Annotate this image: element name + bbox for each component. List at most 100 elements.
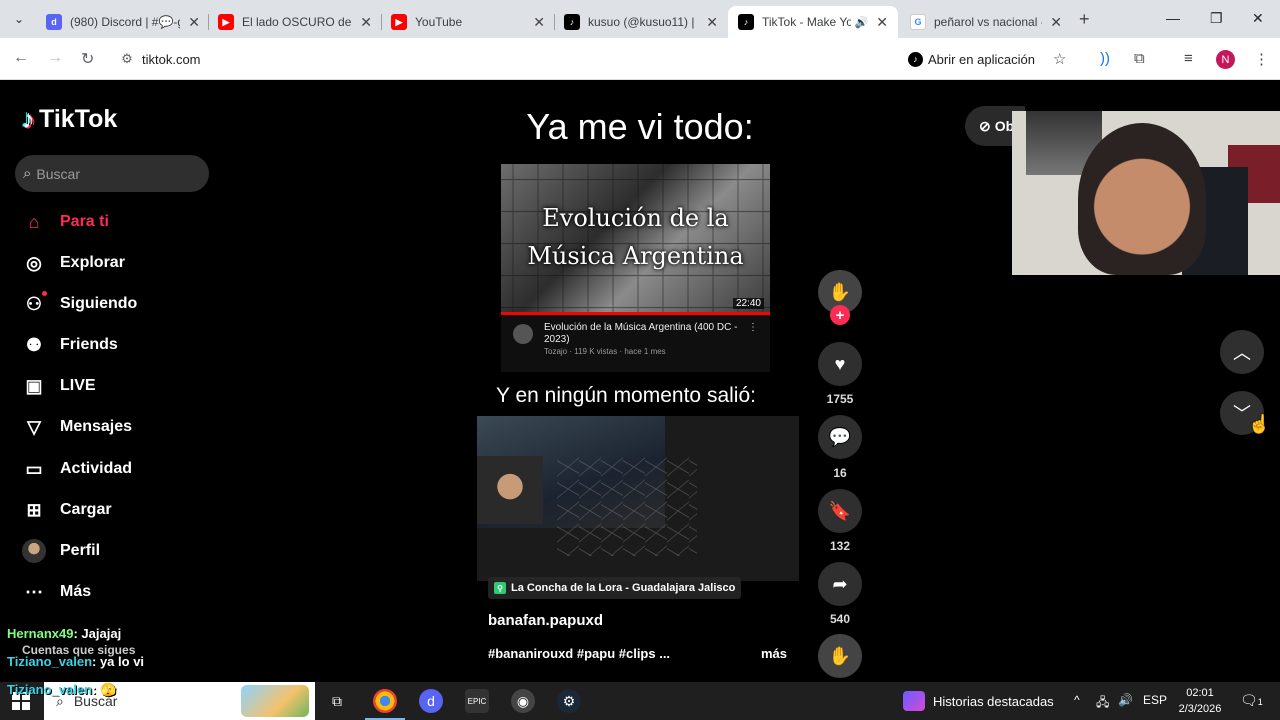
sidebar-item-para-ti[interactable]: ⌂ Para ti xyxy=(22,208,109,236)
sidebar-item-actividad[interactable]: ▭ Actividad xyxy=(22,455,132,483)
task-view-icon[interactable]: ⧉ xyxy=(325,689,349,713)
obs-icon[interactable]: ◉ xyxy=(511,689,535,713)
tab-discord[interactable]: d (980) Discord | #💬-g ✕ xyxy=(36,6,210,38)
sidebar-item-explorar[interactable]: ◎ Explorar xyxy=(22,249,125,277)
channel-avatar xyxy=(513,324,533,344)
save-button[interactable]: 🔖 xyxy=(818,489,862,533)
tab-youtube[interactable]: ▶ YouTube ✕ xyxy=(381,6,555,38)
chat-message: Tiziano_valen: ya lo vi xyxy=(7,654,144,669)
windows-taskbar: ⌕ Buscar ⧉ d EPIC ◉ ⚙ Historias destacad… xyxy=(0,682,1280,720)
sidebar-item-label: Siguiendo xyxy=(60,295,138,312)
more-icon: ⋯ xyxy=(25,581,43,602)
chevron-up-icon: ︿ xyxy=(1233,343,1251,363)
network-icon[interactable]: 🖧 xyxy=(1096,693,1109,714)
like-button[interactable]: ♥ xyxy=(818,342,862,386)
chevron-up-icon[interactable]: ^ xyxy=(1074,693,1080,707)
minimize-icon[interactable]: — xyxy=(1166,10,1180,26)
media-control-icon[interactable]: ≡ xyxy=(1184,50,1193,67)
save-count: 132 xyxy=(829,539,851,553)
epic-games-icon[interactable]: EPIC xyxy=(465,689,489,713)
heart-icon: ♥ xyxy=(834,353,846,374)
tab-tiktok-active[interactable]: ♪ TikTok - Make Yo 🔊 ✕ xyxy=(728,6,898,38)
tab-title: El lado OSCURO de A xyxy=(242,15,353,29)
home-icon: ⌂ xyxy=(28,211,40,232)
close-icon[interactable]: ✕ xyxy=(360,14,372,31)
chat-message: Hernanx49: Jajajaj xyxy=(7,626,121,641)
clock[interactable]: 02:01 2/3/2026 xyxy=(1172,685,1228,717)
highlights-label: Historias destacadas xyxy=(933,693,1054,709)
sidebar-item-mensajes[interactable]: ▽ Mensajes xyxy=(22,413,132,441)
profile-avatar[interactable]: N xyxy=(1216,50,1235,69)
address-bar[interactable]: ⚙ tiktok.com xyxy=(112,44,896,74)
tab-search-button[interactable]: ⌄ xyxy=(8,8,30,30)
comment-button[interactable]: 💬 xyxy=(818,415,862,459)
close-icon[interactable]: ✕ xyxy=(876,14,888,31)
more-button[interactable]: más xyxy=(761,646,787,661)
share-button[interactable]: ➦ xyxy=(818,562,862,606)
youtube-meta: Evolución de la Música Argentina (400 DC… xyxy=(501,316,770,372)
chat-user: Tiziano_valen xyxy=(7,654,93,669)
google-icon: G xyxy=(910,14,926,30)
sidebar-item-friends[interactable]: ⚉ Friends xyxy=(22,331,118,359)
open-in-app-button[interactable]: ♪ Abrir en aplicación xyxy=(904,46,1045,72)
restore-icon[interactable]: ❐ xyxy=(1210,10,1223,27)
discord-icon[interactable]: d xyxy=(419,689,443,713)
volume-icon[interactable]: 🔊 xyxy=(1118,693,1133,707)
kebab-icon: ⋮ xyxy=(748,322,758,333)
notification-center-icon[interactable]: 🗨1 xyxy=(1240,692,1263,709)
tiktok-icon: ♪ xyxy=(908,51,923,67)
like-count: 1755 xyxy=(826,392,854,406)
sidebar-item-perfil[interactable]: Perfil xyxy=(22,537,100,565)
chrome-icon[interactable] xyxy=(365,689,405,720)
tab-youtube-video[interactable]: ▶ El lado OSCURO de A ✕ xyxy=(208,6,382,38)
previous-video-button[interactable]: ︿ xyxy=(1220,330,1264,374)
steam-icon[interactable]: ⚙ xyxy=(557,689,581,713)
compass-icon: ◎ xyxy=(26,252,42,273)
highlights-button[interactable]: Historias destacadas xyxy=(903,691,1054,711)
sidebar-item-live[interactable]: ▣ LIVE xyxy=(22,372,95,400)
sidebar-item-mas[interactable]: ⋯ Más xyxy=(22,578,91,606)
reload-icon[interactable]: ↻ xyxy=(81,49,94,69)
tab-title: (980) Discord | #💬-g xyxy=(70,15,181,29)
follow-plus-button[interactable]: + xyxy=(830,305,850,325)
gameplay-clip xyxy=(477,416,799,581)
back-icon[interactable]: ← xyxy=(13,49,29,67)
new-tab-button[interactable]: + xyxy=(1079,9,1090,30)
close-icon[interactable]: ✕ xyxy=(188,14,200,31)
music-disc[interactable]: ✋ xyxy=(818,634,862,678)
chat-text: : ya lo vi xyxy=(92,654,145,669)
extensions-icon[interactable]: ⧉ xyxy=(1134,50,1145,67)
language-indicator[interactable]: ESP xyxy=(1143,693,1167,707)
phone-icon: ⊘ xyxy=(979,117,991,134)
tiktok-logo[interactable]: ♪ TikTok xyxy=(22,104,117,135)
thumbnail-progress xyxy=(501,312,770,315)
tab-google[interactable]: G peñarol vs nacional - ✕ xyxy=(900,6,1072,38)
search-input[interactable]: ⌕ Buscar xyxy=(15,155,209,192)
discord-icon: d xyxy=(46,14,62,30)
search-placeholder: Buscar xyxy=(36,165,80,182)
video-hashtags[interactable]: #bananirouxd #papu #clips ... xyxy=(488,646,670,661)
menu-icon[interactable]: ⋮ xyxy=(1254,50,1269,68)
site-settings-icon[interactable]: ⚙ xyxy=(112,51,142,67)
sidebar-item-label: Explorar xyxy=(60,254,125,271)
close-icon[interactable]: ✕ xyxy=(533,14,545,31)
forward-icon[interactable]: → xyxy=(47,49,63,67)
sidebar-item-siguiendo[interactable]: ⚇ Siguiendo xyxy=(22,290,137,318)
location-tag[interactable]: ⚲ La Concha de la Lora - Guadalajara Jal… xyxy=(488,577,742,599)
speaker-icon[interactable]: 🔊 xyxy=(855,16,869,29)
search-highlight-image xyxy=(241,685,309,717)
sidebar-item-label: Friends xyxy=(60,336,118,353)
read-aloud-icon[interactable]: )) xyxy=(1100,50,1110,67)
video-author[interactable]: banafan.papuxd xyxy=(488,612,603,629)
friends-icon: ⚉ xyxy=(25,334,43,355)
bookmark-star-icon[interactable]: ☆ xyxy=(1053,50,1066,68)
close-window-icon[interactable]: ✕ xyxy=(1252,10,1264,27)
sidebar-item-label: Actividad xyxy=(60,460,133,477)
sidebar-item-cargar[interactable]: ⊞ Cargar xyxy=(22,496,111,524)
url-text[interactable]: tiktok.com xyxy=(142,52,201,67)
close-icon[interactable]: ✕ xyxy=(706,14,718,31)
tab-strip: ⌄ d (980) Discord | #💬-g ✕ ▶ El lado OSC… xyxy=(0,0,1280,38)
tab-tiktok-profile[interactable]: ♪ kusuo (@kusuo11) | ✕ xyxy=(554,6,728,38)
close-icon[interactable]: ✕ xyxy=(1050,14,1062,31)
sidebar-item-label: Perfil xyxy=(60,542,101,559)
